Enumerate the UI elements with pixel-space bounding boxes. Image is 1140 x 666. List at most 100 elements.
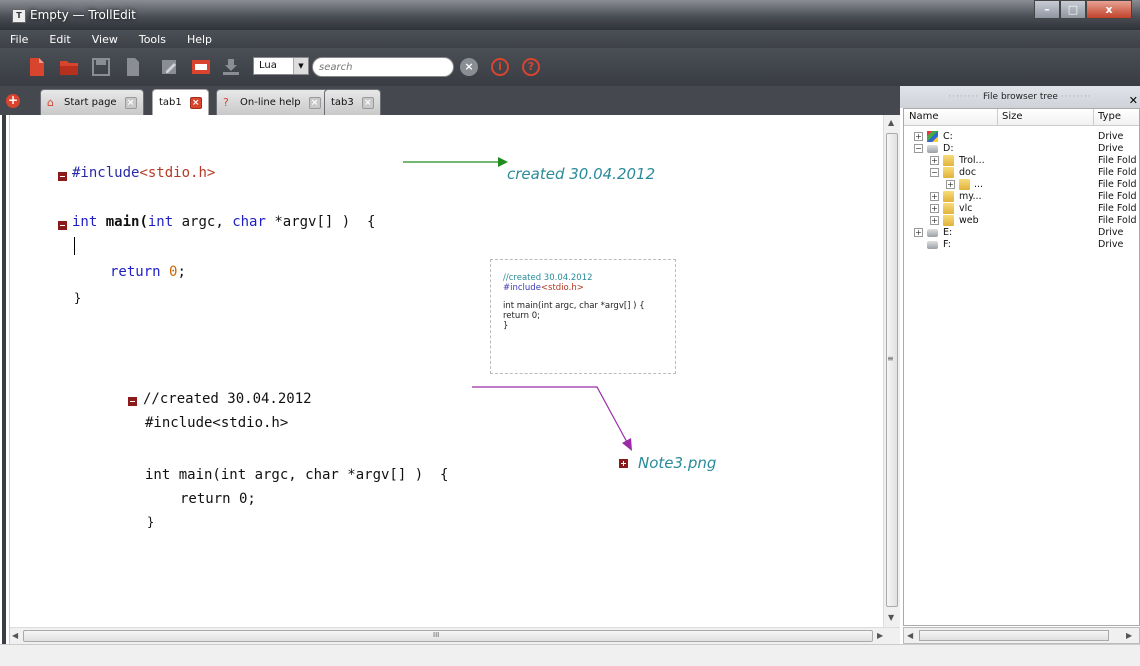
column-type[interactable]: Type (1098, 111, 1121, 122)
menu-help[interactable]: Help (187, 33, 212, 46)
folder-icon (959, 179, 970, 190)
tree-row-f[interactable]: F: Drive (904, 239, 1139, 251)
fold-marker[interactable] (128, 397, 137, 406)
scroll-down-icon[interactable]: ▼ (888, 613, 894, 622)
folder-icon (943, 191, 954, 202)
close-tab-icon[interactable]: × (361, 96, 374, 109)
column-size[interactable]: Size (1002, 111, 1023, 122)
tree-row-subfolder[interactable]: + ... File Fold (904, 179, 1139, 191)
info-icon[interactable]: i (491, 58, 509, 76)
note-preview: //created 30.04.2012 #include<stdio.h> i… (490, 259, 676, 374)
code-line-close: } (147, 515, 155, 529)
tree-row-vlc[interactable]: + vlc File Fold (904, 203, 1139, 215)
download-icon[interactable] (221, 57, 241, 77)
scroll-right-icon[interactable]: ▶ (877, 631, 883, 640)
expand-icon[interactable]: + (930, 204, 939, 213)
collapse-icon[interactable]: − (930, 168, 939, 177)
clear-search-icon[interactable]: × (460, 58, 478, 76)
expand-icon[interactable]: + (914, 132, 923, 141)
tree-row-d[interactable]: − D: Drive (904, 143, 1139, 155)
close-tab-icon[interactable]: × (124, 96, 137, 109)
tab-tab3[interactable]: tab3 × (324, 89, 381, 115)
tab-start-page[interactable]: ⌂ Start page × (40, 89, 144, 115)
scroll-thumb[interactable] (23, 630, 873, 642)
add-tab-icon[interactable]: + (6, 94, 20, 108)
file-browser-header: ········ File browser tree ········ ✕ (900, 86, 1140, 108)
close-tab-icon[interactable]: × (308, 96, 321, 109)
maximize-button[interactable]: □ (1060, 0, 1086, 19)
scroll-right-icon[interactable]: ▶ (1126, 631, 1132, 640)
drive-icon (927, 229, 938, 237)
dock-grip[interactable]: ········ (1061, 92, 1092, 102)
dock-grip[interactable]: ········ (948, 92, 983, 102)
editor-vertical-scrollbar[interactable]: ▲ ≡ ▼ (883, 115, 900, 627)
editor-horizontal-scrollbar[interactable]: ◀ III ▶ (10, 627, 900, 644)
code-line-include: #include<stdio.h> (72, 165, 216, 181)
tree-row-my[interactable]: + my... File Fold (904, 191, 1139, 203)
menu-view[interactable]: View (92, 33, 118, 46)
window-icon[interactable] (191, 57, 211, 77)
note-image: Note3.png (638, 454, 717, 472)
menu-tools[interactable]: Tools (139, 33, 166, 46)
tree-row-web[interactable]: + web File Fold (904, 215, 1139, 227)
collapse-icon[interactable]: − (914, 144, 923, 153)
code-line-comment: //created 30.04.2012 (143, 391, 312, 407)
tab-tab1[interactable]: tab1 × (152, 89, 209, 115)
open-folder-icon[interactable] (59, 57, 79, 77)
menu-file[interactable]: File (10, 33, 28, 46)
expand-icon[interactable]: + (930, 156, 939, 165)
scroll-left-icon[interactable]: ◀ (907, 631, 913, 640)
preview-comment: //created 30.04.2012 (503, 273, 593, 283)
preview-main: int main(int argc, char *argv[] ) { (503, 301, 645, 311)
code-line-return: return 0; (110, 264, 186, 280)
minimize-button[interactable]: – (1034, 0, 1060, 19)
scroll-thumb[interactable] (919, 630, 1109, 641)
fold-marker[interactable] (58, 221, 67, 230)
code-line-close: } (74, 291, 82, 305)
expand-icon[interactable]: + (930, 192, 939, 201)
tree-row-trolledit[interactable]: + Trol... File Fold (904, 155, 1139, 167)
tree-row-e[interactable]: + E: Drive (904, 227, 1139, 239)
tab-label: Start page (64, 97, 117, 108)
expand-marker[interactable] (619, 459, 628, 468)
column-headers: Name Size Type (904, 109, 1139, 126)
tab-online-help[interactable]: ? On-line help × (216, 89, 328, 115)
code-line-main: int main(int argc, char *argv[] ) { (145, 467, 449, 483)
folder-icon (943, 167, 954, 178)
fold-marker[interactable] (58, 172, 67, 181)
help-icon[interactable]: ? (522, 58, 540, 76)
code-line-main: int main(int argc, char *argv[] ) { (72, 214, 376, 230)
title-bar: T Empty — TrollEdit – □ x (0, 0, 1140, 30)
code-line-return: return 0; (180, 491, 256, 507)
file-browser-tree[interactable]: Name Size Type + C: Drive − D: Drive + T… (903, 108, 1140, 626)
expand-icon[interactable]: + (930, 216, 939, 225)
home-icon: ⌂ (47, 96, 54, 109)
search-input[interactable] (312, 57, 454, 77)
scroll-thumb[interactable] (886, 133, 898, 607)
chevron-down-icon[interactable]: ▼ (293, 58, 308, 74)
scroll-grip-icon: ≡ (887, 354, 894, 363)
close-window-button[interactable]: x (1086, 0, 1132, 19)
save-icon[interactable] (91, 57, 111, 77)
tab-label: On-line help (240, 97, 301, 108)
save-as-icon[interactable] (123, 57, 143, 77)
code-editor[interactable]: #include<stdio.h> int main(int argc, cha… (10, 115, 883, 627)
edit-icon[interactable] (160, 57, 180, 77)
language-select[interactable]: Lua ▼ (253, 57, 309, 75)
window-title: Empty — TrollEdit (30, 8, 136, 22)
expand-icon[interactable]: + (914, 228, 923, 237)
column-name[interactable]: Name (909, 111, 939, 122)
tree-row-c[interactable]: + C: Drive (904, 131, 1139, 143)
tree-row-doc[interactable]: − doc File Fold (904, 167, 1139, 179)
menu-edit[interactable]: Edit (49, 33, 70, 46)
code-line-include: #include<stdio.h> (145, 415, 289, 431)
new-file-icon[interactable] (27, 57, 47, 77)
scroll-up-icon[interactable]: ▲ (888, 118, 894, 127)
expand-icon[interactable]: + (946, 180, 955, 189)
preview-close: } (503, 321, 509, 331)
file-browser-horizontal-scrollbar[interactable]: ◀ ▶ (903, 627, 1140, 644)
scroll-left-icon[interactable]: ◀ (12, 631, 18, 640)
app-icon: T (12, 9, 26, 23)
close-tab-icon[interactable]: × (189, 96, 202, 109)
folder-icon (943, 155, 954, 166)
